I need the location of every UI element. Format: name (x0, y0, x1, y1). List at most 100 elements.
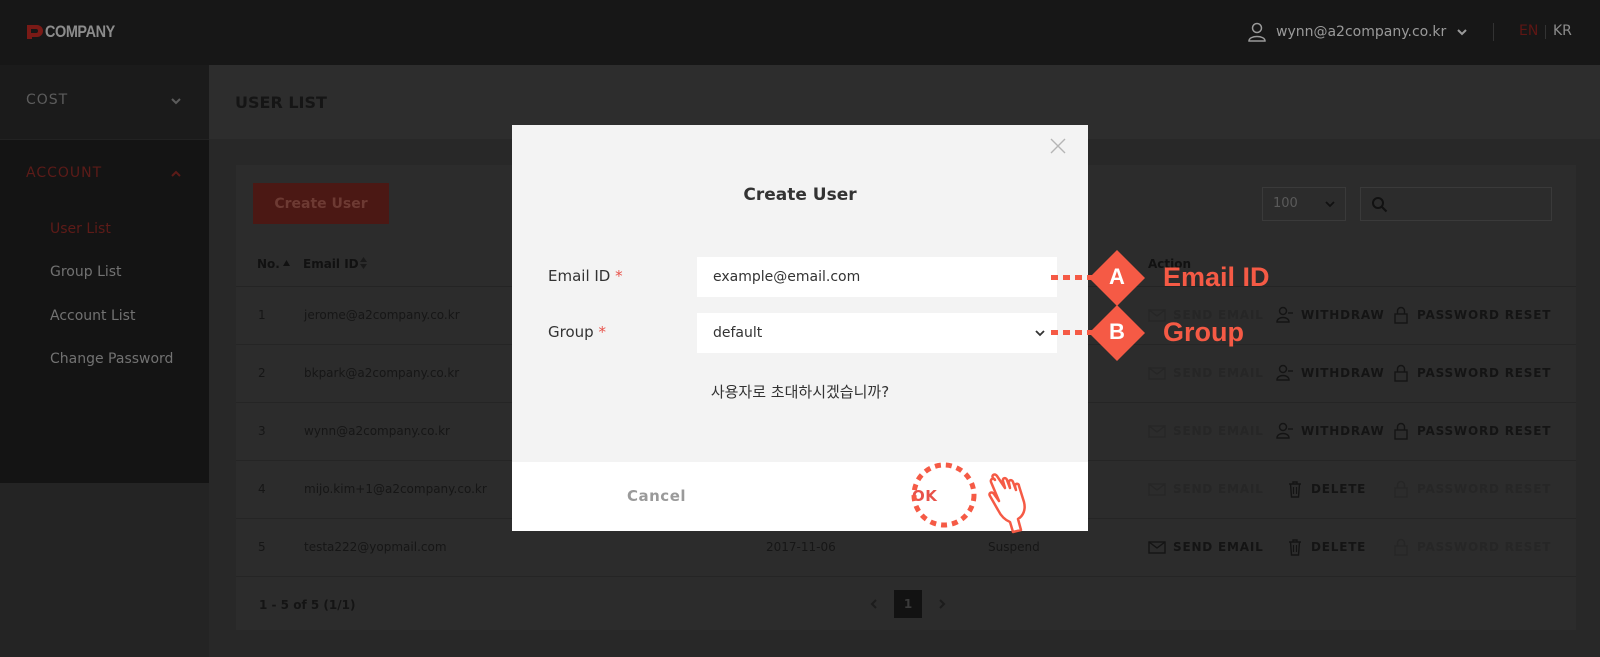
delete-button[interactable]: DELETE (1286, 537, 1366, 557)
row-status: Suspend (988, 540, 1040, 554)
lock-icon (1394, 422, 1408, 440)
sort-up-icon (283, 260, 290, 266)
cancel-button[interactable]: Cancel (627, 487, 686, 505)
user-remove-icon (1276, 364, 1293, 381)
logo-text: COMPANY (45, 22, 115, 41)
sidebar-item-user-list[interactable]: User List (50, 221, 111, 237)
email-field[interactable]: example@email.com (697, 257, 1057, 297)
ok-highlight-circle (911, 462, 977, 528)
logo-icon (27, 25, 43, 39)
annotation-label-email: Email ID (1163, 262, 1270, 292)
divider (1545, 25, 1546, 39)
lock-icon (1394, 364, 1408, 382)
lang-kr-link[interactable]: KR (1553, 23, 1572, 39)
password-reset-button[interactable]: PASSWORD RESET (1392, 537, 1551, 557)
email-field-label: Email ID * (548, 267, 623, 285)
close-icon[interactable] (1050, 138, 1066, 154)
send-email-button[interactable]: SEND EMAIL (1148, 363, 1264, 383)
sidebar-section-label[interactable]: ACCOUNT (26, 165, 102, 181)
pointer-hand-icon (988, 473, 1026, 534)
lock-icon (1394, 306, 1408, 324)
lock-icon (1394, 538, 1408, 556)
group-field-label: Group * (548, 323, 606, 341)
search-input[interactable] (1360, 187, 1552, 221)
trash-icon (1289, 539, 1301, 556)
lock-icon (1394, 480, 1408, 498)
user-remove-icon (1276, 422, 1293, 439)
group-select[interactable]: default (697, 313, 1057, 353)
annotation-letter-a: A (1109, 264, 1125, 289)
chevron-right-icon[interactable] (936, 598, 948, 610)
pagination: 1 (868, 590, 948, 618)
sidebar-item-change-password[interactable]: Change Password (50, 351, 173, 367)
create-user-modal: Create User Email ID * example@email.com… (512, 125, 1088, 531)
envelope-icon (1148, 541, 1166, 554)
row-email: bkpark@a2company.co.kr (304, 366, 460, 380)
company-logo[interactable]: COMPANY (25, 22, 127, 42)
sidebar: COST ACCOUNT User List Group List Accoun… (0, 65, 209, 657)
annotation-label-group: Group (1163, 317, 1244, 347)
trash-icon (1289, 481, 1301, 498)
envelope-icon (1148, 483, 1166, 496)
group-value: default (713, 325, 763, 341)
create-user-button[interactable]: Create User (253, 183, 389, 224)
row-email: jerome@a2company.co.kr (304, 308, 460, 322)
chevron-down-icon (171, 98, 181, 105)
modal-title: Create User (743, 185, 857, 205)
user-remove-icon (1276, 306, 1293, 323)
divider (1493, 23, 1494, 41)
user-email: wynn@a2company.co.kr (1276, 24, 1447, 40)
required-mark: * (598, 323, 606, 341)
row-email: mijo.kim+1@a2company.co.kr (304, 482, 487, 496)
sidebar-empty-area (0, 483, 209, 657)
page-number-button[interactable]: 1 (894, 590, 922, 618)
password-reset-button[interactable]: PASSWORD RESET (1392, 479, 1551, 499)
chevron-up-icon (171, 170, 181, 177)
top-bar: COMPANY wynn@a2company.co.kr EN KR (0, 0, 1600, 65)
withdraw-button[interactable]: WITHDRAW (1276, 305, 1385, 325)
chevron-down-icon (1035, 330, 1045, 337)
sidebar-section-label: COST (26, 92, 69, 108)
chevron-left-icon[interactable] (868, 598, 880, 610)
annotation-letter-b: B (1109, 319, 1125, 344)
password-reset-button[interactable]: PASSWORD RESET (1392, 305, 1551, 325)
page-title: USER LIST (235, 93, 327, 112)
withdraw-button[interactable]: WITHDRAW (1276, 363, 1385, 383)
withdraw-button[interactable]: WITHDRAW (1276, 421, 1385, 441)
page-size-value: 100 (1273, 196, 1298, 211)
row-number: 3 (258, 424, 266, 438)
row-number: 4 (258, 482, 266, 496)
row-number: 1 (258, 308, 266, 322)
page-size-select[interactable]: 100 (1262, 187, 1346, 221)
row-number: 2 (258, 366, 266, 380)
column-header-no[interactable]: No. (257, 257, 280, 271)
password-reset-button[interactable]: PASSWORD RESET (1392, 421, 1551, 441)
sidebar-item-account-list[interactable]: Account List (50, 308, 135, 324)
send-email-button[interactable]: SEND EMAIL (1148, 537, 1264, 557)
chevron-down-icon (1325, 201, 1335, 208)
sidebar-item-group-list[interactable]: Group List (50, 264, 122, 280)
row-date: 2017-11-06 (766, 540, 836, 554)
confirm-message: 사용자로 초대하시겠습니까? (710, 383, 890, 401)
send-email-button[interactable]: SEND EMAIL (1148, 479, 1264, 499)
required-mark: * (615, 267, 623, 285)
sidebar-section-account: ACCOUNT User List Group List Account Lis… (0, 140, 209, 483)
user-icon (1248, 22, 1266, 42)
row-number: 5 (258, 540, 266, 554)
envelope-icon (1148, 367, 1166, 380)
send-email-button[interactable]: SEND EMAIL (1148, 421, 1264, 441)
column-header-email[interactable]: Email ID (303, 257, 359, 271)
delete-button[interactable]: DELETE (1286, 479, 1366, 499)
sidebar-section-cost[interactable]: COST (0, 65, 209, 140)
search-icon (1372, 197, 1388, 213)
sort-icon (360, 257, 367, 269)
pagination-info: 1 - 5 of 5 (1/1) (259, 598, 356, 612)
envelope-icon (1148, 425, 1166, 438)
row-email: wynn@a2company.co.kr (304, 424, 450, 438)
lang-en-link[interactable]: EN (1519, 23, 1538, 39)
password-reset-button[interactable]: PASSWORD RESET (1392, 363, 1551, 383)
email-placeholder: example@email.com (713, 269, 861, 285)
chevron-down-icon (1457, 29, 1467, 36)
row-email: testa222@yopmail.com (304, 540, 447, 554)
user-menu[interactable]: wynn@a2company.co.kr (1248, 22, 1468, 42)
